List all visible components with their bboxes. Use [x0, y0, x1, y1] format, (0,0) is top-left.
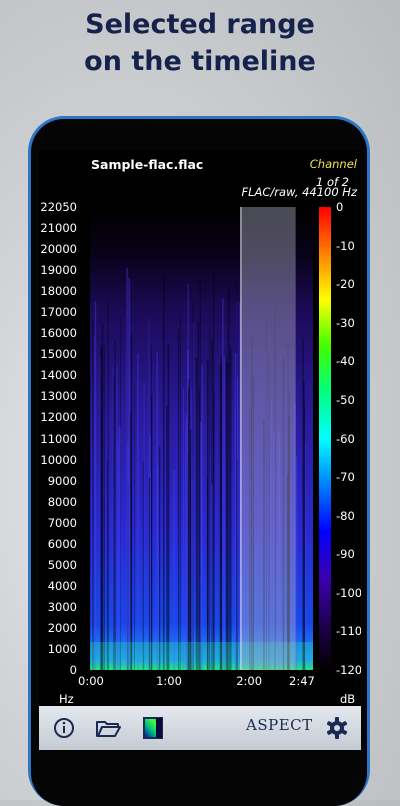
y-tick-label: 15000 — [40, 347, 77, 362]
x-tick-label: 1:00 — [156, 674, 182, 688]
channel-label[interactable]: Channel — [310, 157, 357, 171]
gear-icon — [326, 717, 348, 739]
y-tick-label: 6000 — [47, 536, 77, 551]
colorbar-tick-label: -70 — [336, 470, 355, 485]
palette-button[interactable] — [139, 714, 167, 742]
y-tick-label: 3000 — [47, 599, 77, 614]
y-tick-label: 1000 — [47, 641, 77, 656]
y-tick-label: 2000 — [47, 620, 77, 635]
y-tick-label: 21000 — [40, 221, 77, 236]
info-button[interactable] — [50, 714, 78, 742]
palette-icon — [143, 717, 163, 739]
folder-open-icon — [96, 721, 121, 737]
colorbar-tick-label: -110 — [336, 624, 361, 639]
y-tick-label: 14000 — [40, 368, 77, 383]
colorbar-unit-label: dB — [340, 692, 356, 706]
colorbar-tick-label: -10 — [336, 238, 355, 253]
colorbar-tick-label: -100 — [336, 585, 361, 600]
headline-line-1: Selected range — [85, 9, 315, 40]
x-tick-label: 2:47 — [289, 674, 315, 688]
colorbar-tick-label: -90 — [336, 547, 355, 562]
y-tick-label: 12000 — [40, 410, 77, 425]
info-icon — [54, 718, 74, 738]
y-tick-label: 18000 — [40, 284, 77, 299]
colorbar-tick-label: 0 — [336, 200, 344, 214]
format-info: FLAC/raw, 44100 Hz — [241, 185, 357, 199]
y-tick-label: 0 — [69, 663, 77, 677]
spectrogram-plot[interactable] — [90, 207, 313, 670]
x-tick-label: 0:00 — [78, 674, 104, 688]
colorbar-tick-label: -120 — [336, 663, 361, 677]
y-tick-label: 7000 — [47, 515, 77, 530]
colorbar-tick-label: -50 — [336, 392, 355, 407]
y-tick-label: 11000 — [40, 431, 77, 446]
selected-range[interactable] — [240, 207, 296, 670]
y-tick-label: 17000 — [40, 305, 77, 320]
y-tick-label: 16000 — [40, 326, 77, 341]
app-screen: Sample-flac.flac Channel 1 of 2 FLAC/raw… — [39, 150, 361, 750]
db-colorbar — [319, 207, 331, 670]
bottom-toolbar: ASPECT — [39, 706, 361, 750]
headline-line-2: on the timeline — [84, 46, 316, 77]
promo-headline: Selected range on the timeline — [0, 6, 400, 80]
x-tick-label: 2:00 — [236, 674, 263, 688]
colorbar-tick-label: -20 — [336, 277, 355, 292]
settings-button[interactable] — [323, 714, 351, 742]
colorbar-tick-label: -30 — [336, 315, 355, 330]
y-tick-label: 8000 — [47, 494, 77, 509]
spectrogram-svg[interactable] — [90, 207, 313, 670]
y-tick-label: 4000 — [47, 578, 77, 593]
colorbar-tick-label: -60 — [336, 431, 355, 446]
open-file-button[interactable] — [94, 714, 122, 742]
colorbar-tick-label: -80 — [336, 508, 355, 523]
y-tick-label: 10000 — [40, 452, 77, 467]
y-tick-label: 22050 — [40, 200, 77, 214]
colorbar-tick-label: -40 — [336, 354, 355, 369]
y-tick-label: 13000 — [40, 389, 77, 404]
file-title: Sample-flac.flac — [91, 157, 204, 172]
y-tick-label: 20000 — [40, 242, 77, 257]
y-tick-label: 19000 — [40, 263, 77, 278]
y-tick-label: 9000 — [47, 473, 77, 488]
brand-logo: ASPECT — [246, 716, 313, 734]
y-tick-label: 5000 — [47, 557, 77, 572]
y-unit-label: Hz — [59, 692, 74, 706]
